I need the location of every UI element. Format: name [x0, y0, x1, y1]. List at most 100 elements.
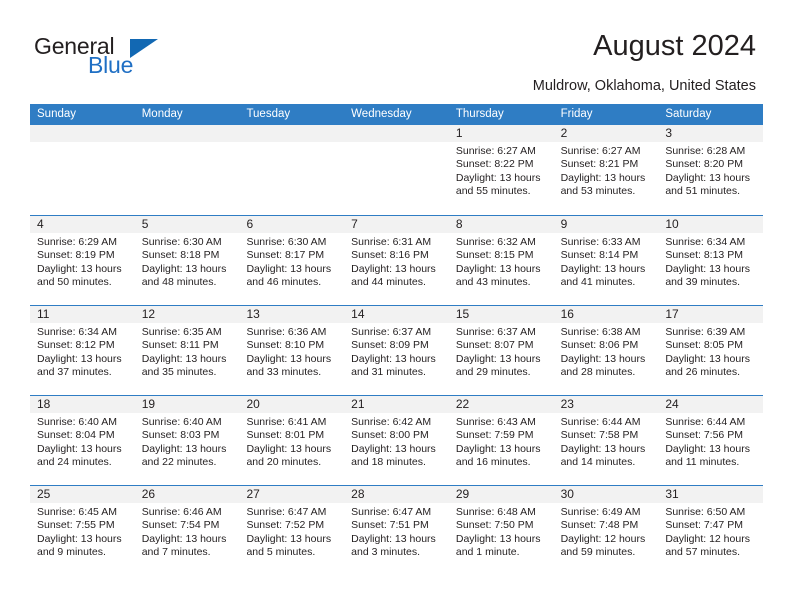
calendar-day-cell[interactable]: 13 Sunrise: 6:36 AM Sunset: 8:10 PM Dayligh… [239, 306, 345, 395]
calendar-day-cell[interactable]: 17 Sunrise: 6:39 AM Sunset: 8:05 PM Dayligh… [658, 306, 764, 395]
day-number: 30 [553, 486, 659, 503]
calendar-day-cell[interactable]: 14 Sunrise: 6:37 AM Sunset: 8:09 PM Dayligh… [344, 306, 449, 395]
daylight-duration-line1: Daylight: 13 hours [37, 262, 122, 275]
sunrise-time: Sunrise: 6:42 AM [351, 416, 432, 428]
day-number [134, 125, 240, 142]
daylight-duration-line1: Daylight: 13 hours [141, 262, 227, 275]
sunset-time: Sunset: 8:13 PM [665, 249, 743, 262]
calendar-day-cell[interactable]: 15 Sunrise: 6:37 AM Sunset: 8:07 PM Dayligh… [448, 306, 554, 395]
day-details: Sunrise: 6:27 AM Sunset: 8:21 PM Daylight:… [554, 142, 659, 199]
calendar-day-cell-empty [30, 125, 135, 215]
calendar-day-cell[interactable]: 3 Sunrise: 6:28 AM Sunset: 8:20 PM Daylight… [658, 125, 764, 215]
day-details: Sunrise: 6:42 AM Sunset: 8:00 PM Daylight:… [344, 413, 449, 470]
sunset-time: Sunset: 8:18 PM [141, 249, 220, 262]
sunrise-time: Sunrise: 6:40 AM [141, 416, 222, 428]
page-title: August 2024 [593, 30, 756, 62]
calendar-day-cell[interactable]: 11 Sunrise: 6:34 AM Sunset: 8:12 PM Dayligh… [30, 306, 135, 395]
calendar-day-cell[interactable]: 23 Sunrise: 6:44 AM Sunset: 7:58 PM Dayligh… [553, 396, 659, 485]
calendar-day-cell[interactable]: 12 Sunrise: 6:35 AM Sunset: 8:11 PM Dayligh… [134, 306, 240, 395]
calendar-week-row: 11 Sunrise: 6:34 AM Sunset: 8:12 PM Dayligh… [30, 305, 764, 395]
calendar-day-cell[interactable]: 1 Sunrise: 6:27 AM Sunset: 8:22 PM Daylight… [448, 125, 554, 215]
day-number: 10 [658, 216, 764, 233]
daylight-duration-line1: Daylight: 13 hours [455, 532, 541, 545]
daylight-duration-line1: Daylight: 13 hours [246, 262, 332, 275]
calendar-day-cell[interactable]: 7 Sunrise: 6:31 AM Sunset: 8:16 PM Daylight… [344, 216, 449, 305]
sunrise-time: Sunrise: 6:31 AM [351, 236, 432, 248]
sunrise-time: Sunrise: 6:39 AM [665, 326, 746, 338]
calendar-day-cell[interactable]: 25 Sunrise: 6:45 AM Sunset: 7:55 PM Dayligh… [30, 486, 135, 575]
sunset-time: Sunset: 8:05 PM [665, 339, 743, 352]
calendar-day-cell[interactable]: 30 Sunrise: 6:49 AM Sunset: 7:48 PM Dayligh… [553, 486, 659, 575]
calendar-day-cell[interactable]: 19 Sunrise: 6:40 AM Sunset: 8:03 PM Dayligh… [134, 396, 240, 485]
calendar-day-cell[interactable]: 5 Sunrise: 6:30 AM Sunset: 8:18 PM Daylight… [134, 216, 240, 305]
day-number: 7 [344, 216, 449, 233]
sunrise-time: Sunrise: 6:45 AM [37, 506, 117, 518]
sunset-time: Sunset: 8:04 PM [37, 429, 115, 442]
day-number: 13 [239, 306, 345, 323]
day-details: Sunrise: 6:37 AM Sunset: 8:07 PM Daylight:… [449, 323, 554, 380]
sunset-time: Sunset: 8:06 PM [560, 339, 639, 352]
calendar-grid: Sunday Monday Tuesday Wednesday Thursday… [30, 104, 764, 575]
sunset-time: Sunset: 8:03 PM [141, 429, 220, 442]
sunrise-time: Sunrise: 6:33 AM [560, 236, 641, 248]
calendar-weeks: 1 Sunrise: 6:27 AM Sunset: 8:22 PM Daylight… [30, 125, 764, 575]
sunset-time: Sunset: 8:10 PM [246, 339, 325, 352]
page-header: General Blue August 2024 Muldrow, Oklaho… [0, 0, 792, 100]
calendar-day-cell-empty [239, 125, 345, 215]
day-details: Sunrise: 6:30 AM Sunset: 8:17 PM Daylight:… [239, 233, 344, 290]
sunrise-time: Sunrise: 6:35 AM [141, 326, 222, 338]
calendar-day-cell-empty [344, 125, 449, 215]
sunrise-time: Sunrise: 6:37 AM [351, 326, 432, 338]
calendar-day-cell[interactable]: 6 Sunrise: 6:30 AM Sunset: 8:17 PM Daylight… [239, 216, 345, 305]
sunset-time: Sunset: 8:01 PM [246, 429, 325, 442]
calendar-day-cell[interactable]: 2 Sunrise: 6:27 AM Sunset: 8:21 PM Daylight… [553, 125, 659, 215]
sunrise-time: Sunrise: 6:40 AM [37, 416, 117, 428]
day-details: Sunrise: 6:33 AM Sunset: 8:14 PM Daylight:… [554, 233, 659, 290]
day-number: 16 [553, 306, 659, 323]
daylight-duration-line2: and 28 minutes. [560, 366, 636, 379]
day-number: 23 [553, 396, 659, 413]
calendar-day-cell[interactable]: 18 Sunrise: 6:40 AM Sunset: 8:04 PM Dayligh… [30, 396, 135, 485]
weekday-header-sunday: Sunday [37, 108, 77, 120]
day-number: 14 [344, 306, 449, 323]
calendar-day-cell[interactable]: 20 Sunrise: 6:41 AM Sunset: 8:01 PM Dayligh… [239, 396, 345, 485]
daylight-duration-line2: and 11 minutes. [665, 456, 740, 469]
day-number: 9 [553, 216, 659, 233]
daylight-duration-line2: and 48 minutes. [141, 276, 217, 289]
daylight-duration-line2: and 50 minutes. [37, 276, 112, 289]
sunrise-time: Sunrise: 6:49 AM [560, 506, 641, 518]
daylight-duration-line1: Daylight: 13 hours [665, 171, 750, 184]
daylight-duration-line2: and 46 minutes. [246, 276, 322, 289]
calendar-day-cell[interactable]: 9 Sunrise: 6:33 AM Sunset: 8:14 PM Daylight… [553, 216, 659, 305]
day-number: 20 [239, 396, 345, 413]
daylight-duration-line1: Daylight: 13 hours [665, 262, 750, 275]
calendar-day-cell[interactable]: 24 Sunrise: 6:44 AM Sunset: 7:56 PM Dayligh… [658, 396, 764, 485]
sunset-time: Sunset: 8:14 PM [560, 249, 639, 262]
sunrise-time: Sunrise: 6:48 AM [455, 506, 536, 518]
day-number: 22 [448, 396, 554, 413]
daylight-duration-line2: and 16 minutes. [455, 456, 531, 469]
daylight-duration-line2: and 14 minutes. [560, 456, 636, 469]
calendar-day-cell[interactable]: 8 Sunrise: 6:32 AM Sunset: 8:15 PM Daylight… [448, 216, 554, 305]
calendar-day-cell[interactable]: 28 Sunrise: 6:47 AM Sunset: 7:51 PM Dayligh… [344, 486, 449, 575]
day-details: Sunrise: 6:48 AM Sunset: 7:50 PM Daylight:… [449, 503, 554, 560]
calendar-day-cell[interactable]: 10 Sunrise: 6:34 AM Sunset: 8:13 PM Dayligh… [658, 216, 764, 305]
sunset-time: Sunset: 8:22 PM [455, 158, 534, 171]
daylight-duration-line1: Daylight: 13 hours [141, 532, 227, 545]
calendar-day-cell[interactable]: 31 Sunrise: 6:50 AM Sunset: 7:47 PM Dayligh… [658, 486, 764, 575]
sunrise-time: Sunrise: 6:47 AM [246, 506, 327, 518]
calendar-day-cell[interactable]: 26 Sunrise: 6:46 AM Sunset: 7:54 PM Dayligh… [134, 486, 240, 575]
sunset-time: Sunset: 7:54 PM [141, 519, 220, 532]
calendar-day-cell[interactable]: 4 Sunrise: 6:29 AM Sunset: 8:19 PM Daylight… [30, 216, 135, 305]
daylight-duration-line2: and 43 minutes. [455, 276, 531, 289]
day-number: 8 [448, 216, 554, 233]
calendar-day-cell[interactable]: 16 Sunrise: 6:38 AM Sunset: 8:06 PM Dayligh… [553, 306, 659, 395]
calendar-day-cell[interactable]: 21 Sunrise: 6:42 AM Sunset: 8:00 PM Dayligh… [344, 396, 449, 485]
day-number: 31 [658, 486, 764, 503]
calendar-day-cell[interactable]: 27 Sunrise: 6:47 AM Sunset: 7:52 PM Dayligh… [239, 486, 345, 575]
calendar-day-cell[interactable]: 29 Sunrise: 6:48 AM Sunset: 7:50 PM Dayligh… [448, 486, 554, 575]
daylight-duration-line2: and 3 minutes. [351, 546, 421, 559]
calendar-day-cell[interactable]: 22 Sunrise: 6:43 AM Sunset: 7:59 PM Dayligh… [448, 396, 554, 485]
day-number: 2 [553, 125, 659, 142]
sunrise-time: Sunrise: 6:46 AM [141, 506, 222, 518]
